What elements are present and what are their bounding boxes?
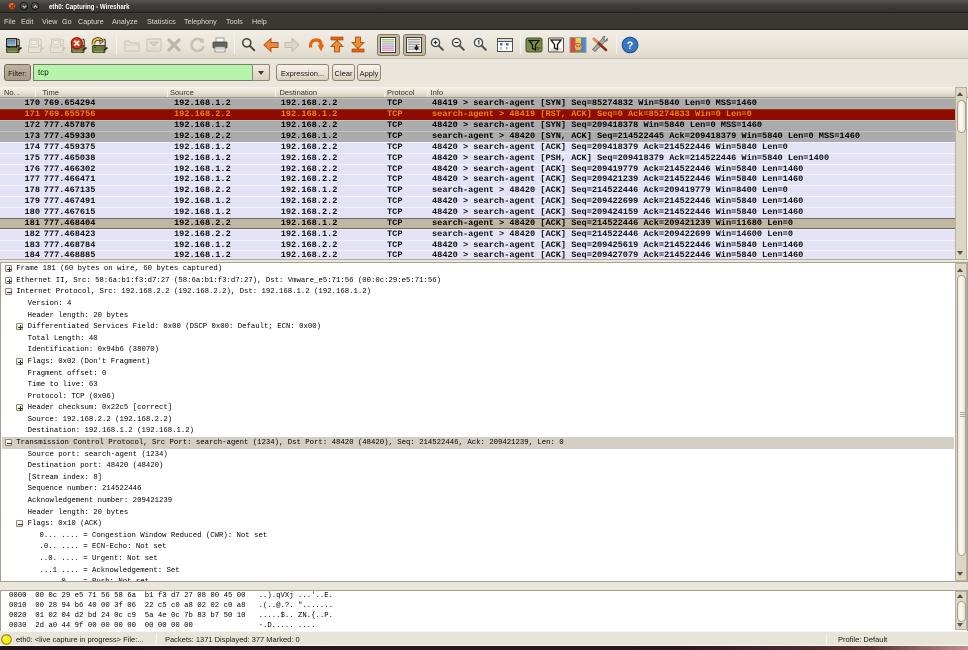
- svg-text:?: ?: [627, 39, 634, 51]
